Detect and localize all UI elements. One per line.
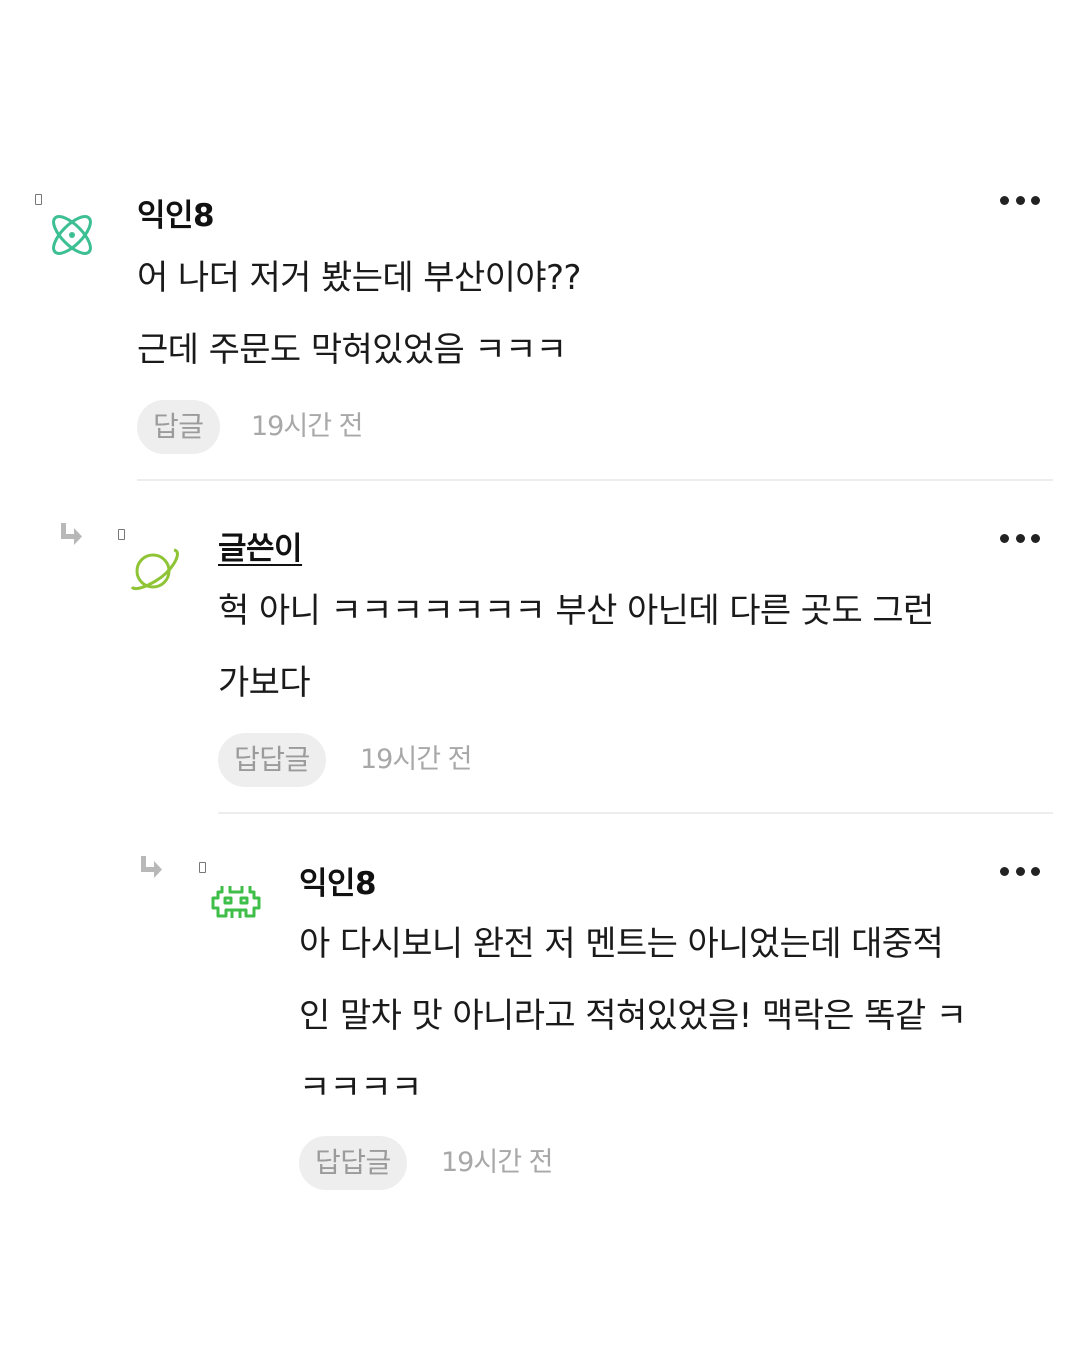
checkbox-icon[interactable]: [35, 194, 42, 205]
planet-icon[interactable]: [126, 541, 182, 597]
reply-button[interactable]: 답답글: [299, 1136, 407, 1190]
reply-arrow-icon: [58, 521, 84, 547]
comment-body: 아 다시보니 완전 저 멘트는 아니었는데 대중적 인 말차 맛 아니라고 적혀…: [299, 908, 967, 1124]
comment-body: 어 나더 저거 봤는데 부산이야?? 근데 주문도 막혀있었음 ㅋㅋㅋ: [137, 242, 581, 386]
comment-line: 어 나더 저거 봤는데 부산이야??: [137, 258, 581, 298]
divider: [218, 812, 1053, 814]
reply-arrow-icon: [138, 854, 164, 880]
comment-timestamp: 19시간 전: [441, 1147, 553, 1178]
comment-author[interactable]: 익인8: [299, 858, 377, 903]
comment-line: 인 말차 맛 아니라고 적혀있었음! 맥락은 똑같 ㅋ: [299, 996, 967, 1036]
reply-button[interactable]: 답답글: [218, 733, 326, 787]
comment-timestamp: 19시간 전: [360, 744, 472, 775]
more-options-icon[interactable]: [1000, 531, 1040, 545]
comment-line: ㅋㅋㅋㅋ: [299, 1068, 422, 1108]
comment-author[interactable]: 익인8: [137, 190, 215, 235]
checkbox-icon[interactable]: [118, 529, 125, 540]
comment-body: 헉 아니 ㅋㅋㅋㅋㅋㅋㅋ 부산 아닌데 다른 곳도 그런 가보다: [218, 575, 934, 719]
divider: [137, 479, 1053, 481]
comment-line: 아 다시보니 완전 저 멘트는 아니었는데 대중적: [299, 924, 944, 964]
comment-line: 헉 아니 ㅋㅋㅋㅋㅋㅋㅋ 부산 아닌데 다른 곳도 그런: [218, 591, 934, 631]
checkbox-icon[interactable]: [199, 862, 206, 873]
comment-line: 가보다: [218, 663, 311, 703]
space-invader-icon[interactable]: [208, 876, 264, 932]
atom-icon[interactable]: [44, 207, 100, 263]
reply-button[interactable]: 답글: [137, 400, 220, 454]
more-options-icon[interactable]: [1000, 864, 1040, 878]
comment-author-op[interactable]: 글쓴이: [218, 523, 303, 568]
more-options-icon[interactable]: [1000, 193, 1040, 207]
comment-timestamp: 19시간 전: [251, 411, 363, 442]
comment-line: 근데 주문도 막혀있었음 ㅋㅋㅋ: [137, 330, 567, 370]
